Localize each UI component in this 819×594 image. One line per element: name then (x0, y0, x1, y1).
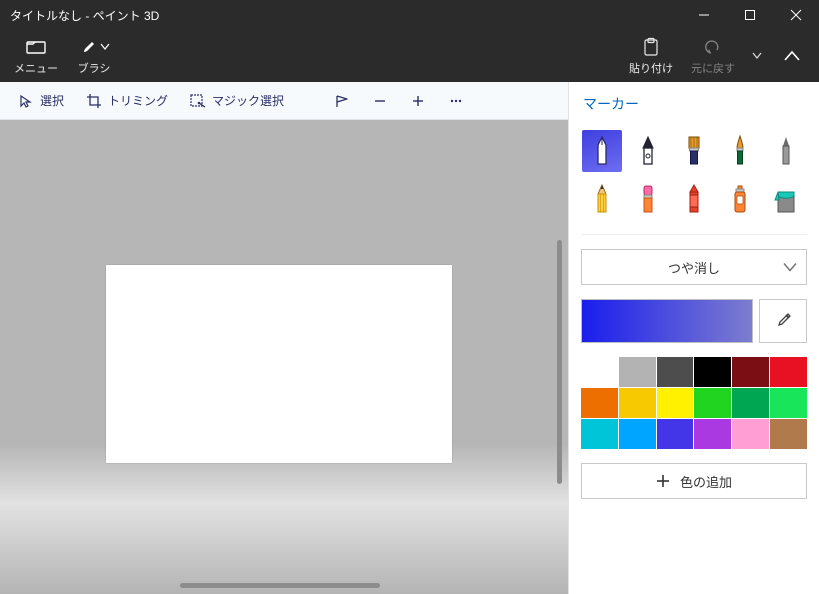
window-controls (681, 0, 819, 30)
magic-select-tool[interactable]: マジック選択 (182, 88, 292, 113)
crop-tool[interactable]: トリミング (78, 88, 176, 113)
plus-icon (656, 474, 670, 488)
color-swatch[interactable] (619, 388, 656, 418)
canvas[interactable] (106, 265, 452, 463)
eyedropper-button[interactable] (759, 299, 807, 343)
canvas-toolbar: 選択 トリミング マジック選択 (0, 82, 568, 120)
color-swatch[interactable] (619, 419, 656, 449)
brush-spray[interactable] (720, 178, 760, 220)
swatch-row (581, 419, 807, 449)
brush-pencil[interactable] (582, 178, 622, 220)
color-swatch[interactable] (694, 357, 731, 387)
color-swatch[interactable] (581, 388, 618, 418)
select-tool[interactable]: 選択 (10, 88, 72, 113)
finish-select[interactable]: つや消し (581, 249, 807, 285)
titlebar: タイトルなし - ペイント 3D (0, 0, 819, 30)
color-swatch[interactable] (694, 419, 731, 449)
color-swatch[interactable] (732, 419, 769, 449)
color-swatch[interactable] (770, 357, 807, 387)
paste-button[interactable]: 貼り付け (623, 30, 679, 82)
minus-icon (372, 93, 388, 109)
plus-icon (410, 93, 426, 109)
magic-select-label: マジック選択 (212, 92, 284, 109)
more-tools[interactable] (440, 89, 472, 113)
undo-button[interactable]: 元に戻す (685, 30, 741, 82)
brush-pen[interactable] (766, 130, 806, 172)
color-swatch[interactable] (770, 419, 807, 449)
color-swatches (581, 357, 807, 449)
crop-icon (86, 93, 102, 109)
horizontal-scrollbar[interactable] (180, 583, 380, 588)
color-swatch[interactable] (657, 419, 694, 449)
brush-calligraphy[interactable] (628, 130, 668, 172)
brushes-label: ブラシ (78, 60, 111, 76)
add-color-button[interactable]: 色の追加 (581, 463, 807, 499)
chevron-down-icon (784, 260, 796, 275)
cursor-icon (18, 93, 34, 109)
vertical-scrollbar[interactable] (557, 240, 562, 484)
ribbon: メニュー ブラシ 貼り付け 元に戻す (0, 30, 819, 82)
magic-select-icon (190, 93, 206, 109)
color-swatch[interactable] (581, 419, 618, 449)
brush-eraser[interactable] (628, 178, 668, 220)
divider (581, 234, 807, 235)
brush-marker[interactable] (582, 130, 622, 172)
add-color-label: 色の追加 (680, 472, 732, 491)
select-label: 選択 (40, 92, 64, 109)
color-swatch[interactable] (657, 357, 694, 387)
chevron-down-icon (101, 44, 109, 50)
brush-icon (80, 37, 109, 57)
zoom-in-tool[interactable] (402, 89, 434, 113)
close-button[interactable] (773, 0, 819, 30)
brush-fine[interactable] (720, 130, 760, 172)
brushes-tab[interactable]: ブラシ (70, 30, 118, 82)
folder-icon (26, 37, 46, 57)
view-3d-tool[interactable] (326, 89, 358, 113)
eyedropper-icon (774, 312, 792, 330)
finish-label: つや消し (668, 258, 720, 277)
minimize-button[interactable] (681, 0, 727, 30)
color-swatch[interactable] (694, 388, 731, 418)
more-dropdown[interactable] (747, 30, 767, 82)
menu-button[interactable]: メニュー (8, 30, 64, 82)
maximize-button[interactable] (727, 0, 773, 30)
swatch-row (581, 388, 807, 418)
color-swatch[interactable] (657, 388, 694, 418)
color-swatch[interactable] (732, 357, 769, 387)
color-swatch[interactable] (770, 388, 807, 418)
menu-label: メニュー (14, 60, 58, 76)
crop-label: トリミング (108, 92, 168, 109)
expand-ribbon-button[interactable] (773, 30, 811, 82)
canvas-zone: 選択 トリミング マジック選択 (0, 82, 568, 594)
undo-icon (704, 37, 722, 57)
color-swatch[interactable] (619, 357, 656, 387)
zoom-out-tool[interactable] (364, 89, 396, 113)
window-title: タイトルなし - ペイント 3D (10, 7, 159, 24)
chevron-down-icon (753, 53, 761, 59)
current-color[interactable] (581, 299, 753, 343)
canvas-stage[interactable] (0, 120, 568, 594)
color-swatch[interactable] (581, 357, 618, 387)
color-swatch[interactable] (732, 388, 769, 418)
panel-title: マーカー (581, 92, 807, 116)
brush-crayon[interactable] (674, 178, 714, 220)
undo-label: 元に戻す (691, 60, 735, 76)
chevron-up-icon (785, 51, 799, 61)
ellipsis-icon (448, 93, 464, 109)
flag-icon (334, 93, 350, 109)
paste-label: 貼り付け (629, 60, 673, 76)
clipboard-icon (643, 37, 659, 57)
side-panel: マーカー (568, 82, 819, 594)
brush-grid (581, 130, 807, 220)
brush-flat[interactable] (674, 130, 714, 172)
brush-fill[interactable] (766, 178, 806, 220)
swatch-row (581, 357, 807, 387)
